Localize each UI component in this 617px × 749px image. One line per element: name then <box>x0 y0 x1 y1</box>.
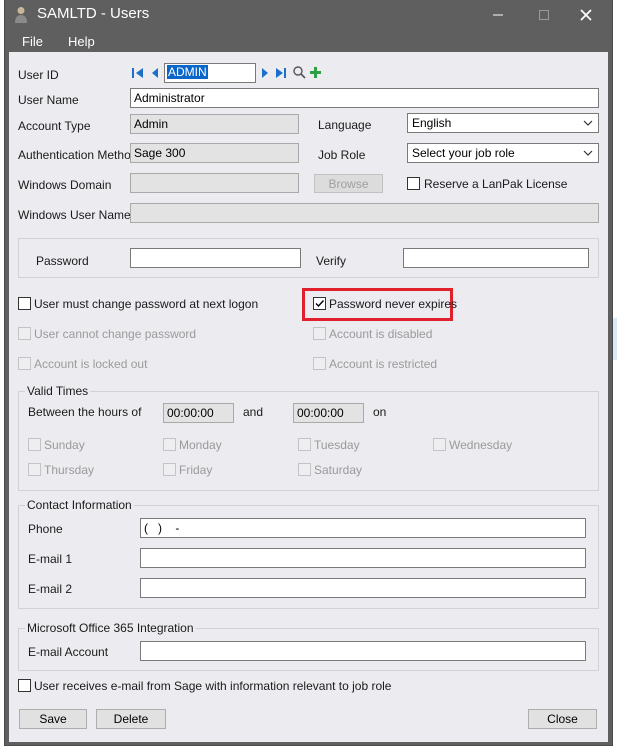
email-account-label: E-mail Account <box>28 645 109 659</box>
contact-info-title: Contact Information <box>25 498 134 512</box>
end-time-field[interactable]: 00:00:00 <box>293 403 364 423</box>
email2-field[interactable] <box>140 578 586 598</box>
close-icon <box>580 9 592 21</box>
start-time-field[interactable]: 00:00:00 <box>163 403 234 423</box>
email-account-field[interactable] <box>140 641 586 661</box>
close-button[interactable]: Close <box>528 709 597 729</box>
windows-domain-label: Windows Domain <box>18 178 112 192</box>
menu-help[interactable]: Help <box>68 34 95 49</box>
phone-value: ( ) - <box>144 521 180 535</box>
background-app-right <box>612 0 617 749</box>
user-name-field[interactable]: Administrator <box>130 88 599 108</box>
must-change-password-checkbox[interactable] <box>18 297 31 310</box>
search-icon[interactable] <box>292 65 306 80</box>
email2-label: E-mail 2 <box>28 582 73 596</box>
users-window: SAMLTD - Users File Help User ID ADMIN U… <box>5 0 612 745</box>
thursday-label: Thursday <box>44 463 95 477</box>
windows-domain-field <box>130 173 299 193</box>
chevron-down-icon <box>583 150 593 156</box>
email1-label: E-mail 1 <box>28 552 73 566</box>
password-never-expires-checkbox[interactable] <box>313 297 326 310</box>
account-disabled-label: Account is disabled <box>329 327 433 341</box>
account-locked-out-label: Account is locked out <box>34 357 148 371</box>
tuesday-label: Tuesday <box>314 438 360 452</box>
user-icon <box>15 7 27 23</box>
user-id-label: User ID <box>18 68 59 82</box>
verify-label: Verify <box>316 254 347 268</box>
cannot-change-password-checkbox <box>18 327 31 340</box>
background-app-highlight <box>612 318 617 360</box>
first-record-icon[interactable] <box>131 66 145 80</box>
title-bar[interactable]: SAMLTD - Users <box>5 0 612 30</box>
user-id-value: ADMIN <box>167 65 208 79</box>
maximize-icon <box>539 10 549 20</box>
sunday-label: Sunday <box>44 438 85 452</box>
user-name-label: User Name <box>18 93 79 107</box>
save-button[interactable]: Save <box>19 709 87 729</box>
saturday-label: Saturday <box>314 463 363 477</box>
windows-user-name-label: Windows User Name <box>18 208 131 222</box>
auth-method-field: Sage 300 <box>130 143 299 163</box>
close-window-button[interactable] <box>563 0 609 30</box>
phone-field[interactable]: ( ) - <box>140 518 586 538</box>
last-record-icon[interactable] <box>274 66 288 80</box>
account-restricted-label: Account is restricted <box>329 357 438 371</box>
account-type-label: Account Type <box>18 119 91 133</box>
language-label: Language <box>318 118 372 132</box>
on-label: on <box>373 405 387 419</box>
thursday-checkbox <box>28 463 41 476</box>
delete-button[interactable]: Delete <box>96 709 166 729</box>
account-disabled-checkbox <box>313 327 326 340</box>
phone-label: Phone <box>28 522 63 536</box>
sunday-checkbox <box>28 438 41 451</box>
menu-file[interactable]: File <box>22 34 43 49</box>
windows-user-name-field <box>130 203 599 223</box>
wednesday-label: Wednesday <box>449 438 513 452</box>
next-record-icon[interactable] <box>259 66 271 80</box>
friday-checkbox <box>163 463 176 476</box>
previous-record-icon[interactable] <box>149 66 161 80</box>
monday-checkbox <box>163 438 176 451</box>
language-value: English <box>412 116 452 130</box>
cannot-change-password-label: User cannot change password <box>34 327 197 341</box>
checkmark-icon <box>315 300 325 308</box>
receive-email-checkbox[interactable] <box>18 679 31 692</box>
lanpak-label: Reserve a LanPak License <box>424 177 568 191</box>
add-icon[interactable] <box>309 66 322 79</box>
auth-method-label: Authentication Method <box>18 148 138 162</box>
account-restricted-checkbox <box>313 357 326 370</box>
receive-email-label: User receives e-mail from Sage with info… <box>34 679 392 693</box>
lanpak-checkbox[interactable] <box>407 177 420 190</box>
verify-field[interactable] <box>403 248 589 268</box>
and-label: and <box>243 405 264 419</box>
language-select[interactable]: English <box>407 113 599 133</box>
menu-bar: File Help <box>5 30 612 52</box>
password-field[interactable] <box>130 248 301 268</box>
password-label: Password <box>36 254 89 268</box>
wednesday-checkbox <box>433 438 446 451</box>
minimize-button[interactable] <box>475 0 521 30</box>
must-change-password-label: User must change password at next logon <box>34 297 259 311</box>
account-locked-out-checkbox <box>18 357 31 370</box>
password-never-expires-label: Password never expires <box>329 297 458 311</box>
monday-label: Monday <box>179 438 222 452</box>
user-id-field[interactable]: ADMIN <box>164 63 256 83</box>
window-title: SAMLTD - Users <box>37 5 150 22</box>
email1-field[interactable] <box>140 548 586 568</box>
job-role-select[interactable]: Select your job role <box>407 143 599 163</box>
account-type-field: Admin <box>130 114 299 134</box>
office365-title: Microsoft Office 365 Integration <box>25 621 196 635</box>
form-body: User ID ADMIN User Name Administrator Ac… <box>9 52 608 742</box>
saturday-checkbox <box>298 463 311 476</box>
between-hours-label: Between the hours of <box>28 405 142 419</box>
friday-label: Friday <box>179 463 213 477</box>
browse-button: Browse <box>314 174 383 193</box>
chevron-down-icon <box>583 120 593 126</box>
maximize-button[interactable] <box>521 0 567 30</box>
job-role-value: Select your job role <box>412 146 515 160</box>
minimize-icon <box>493 14 503 16</box>
valid-times-title: Valid Times <box>25 384 91 398</box>
tuesday-checkbox <box>298 438 311 451</box>
job-role-label: Job Role <box>318 148 366 162</box>
